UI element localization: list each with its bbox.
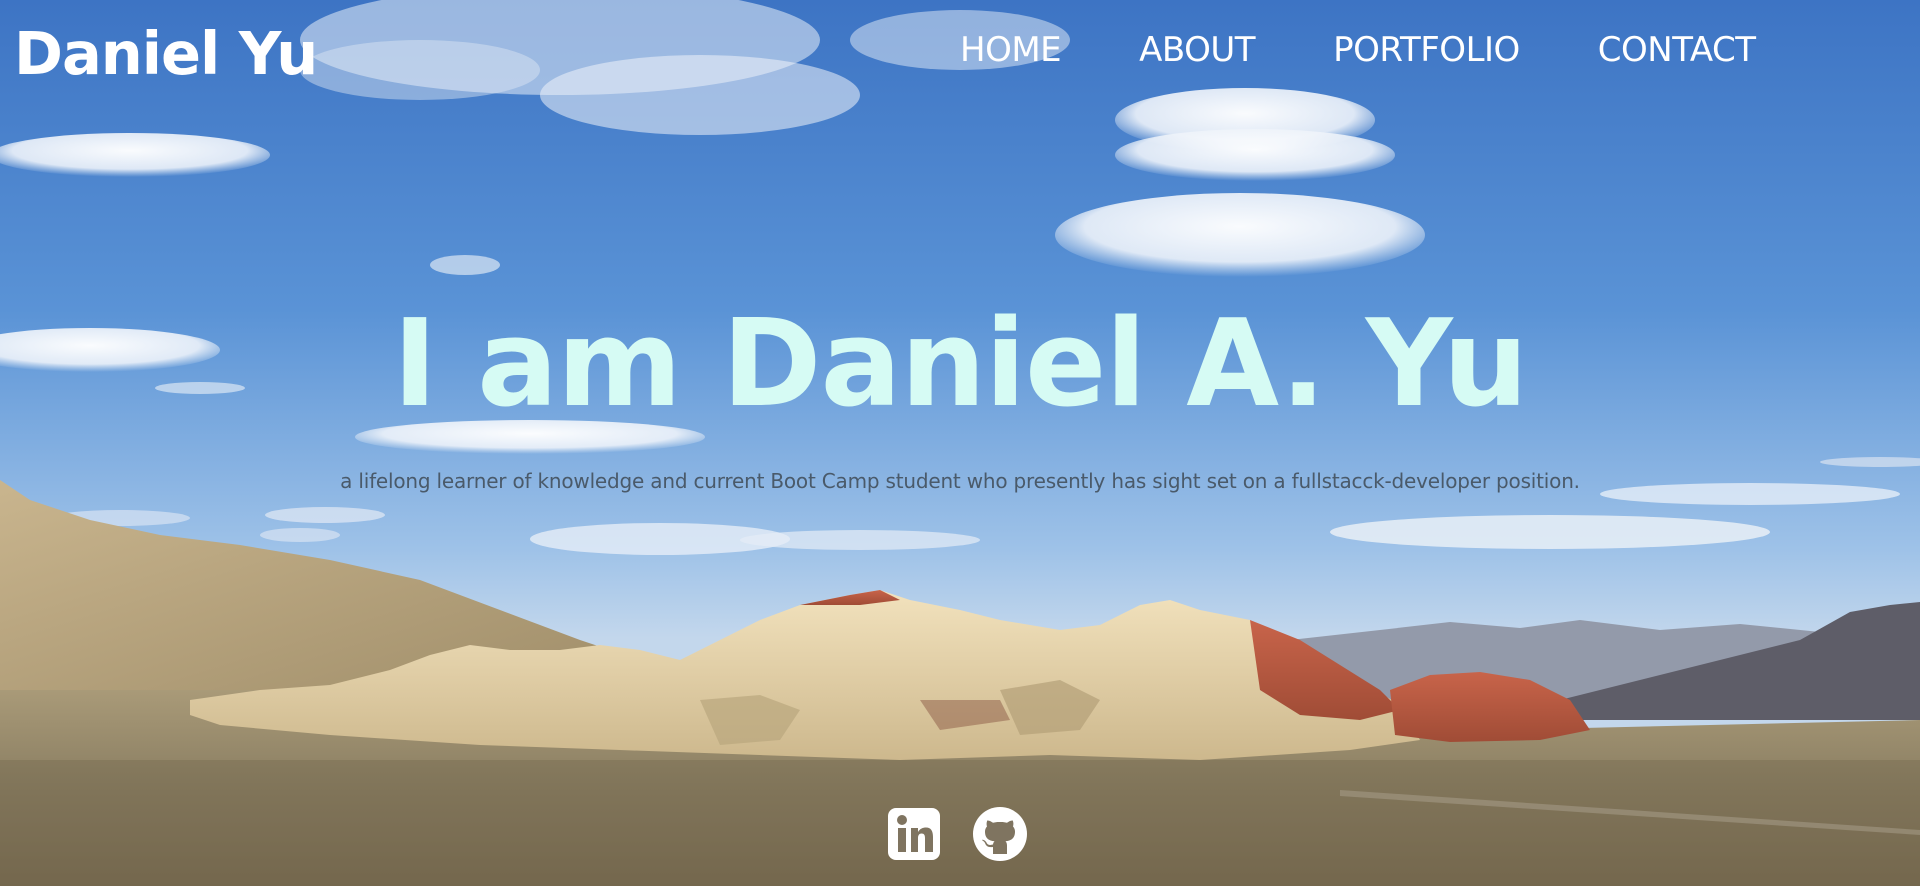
main-nav: HOME ABOUT PORTFOLIO CONTACT [960,20,1756,80]
linkedin-icon [888,808,940,860]
nav-contact-link[interactable]: CONTACT [1598,20,1756,80]
site-brand[interactable]: Daniel Yu [14,12,318,96]
linkedin-link[interactable] [886,806,942,862]
hero-headline: I am Daniel A. Yu [392,295,1529,434]
hero-section: Daniel Yu HOME ABOUT PORTFOLIO CONTACT I… [0,0,1920,886]
hero-tagline: a lifelong learner of knowledge and curr… [340,469,1580,493]
social-links [886,806,1028,862]
github-icon [973,807,1027,861]
nav-portfolio-link[interactable]: PORTFOLIO [1333,20,1520,80]
github-link[interactable] [972,806,1028,862]
nav-home-link[interactable]: HOME [960,20,1062,80]
nav-about-link[interactable]: ABOUT [1139,20,1255,80]
hero-background-image [0,0,1920,886]
